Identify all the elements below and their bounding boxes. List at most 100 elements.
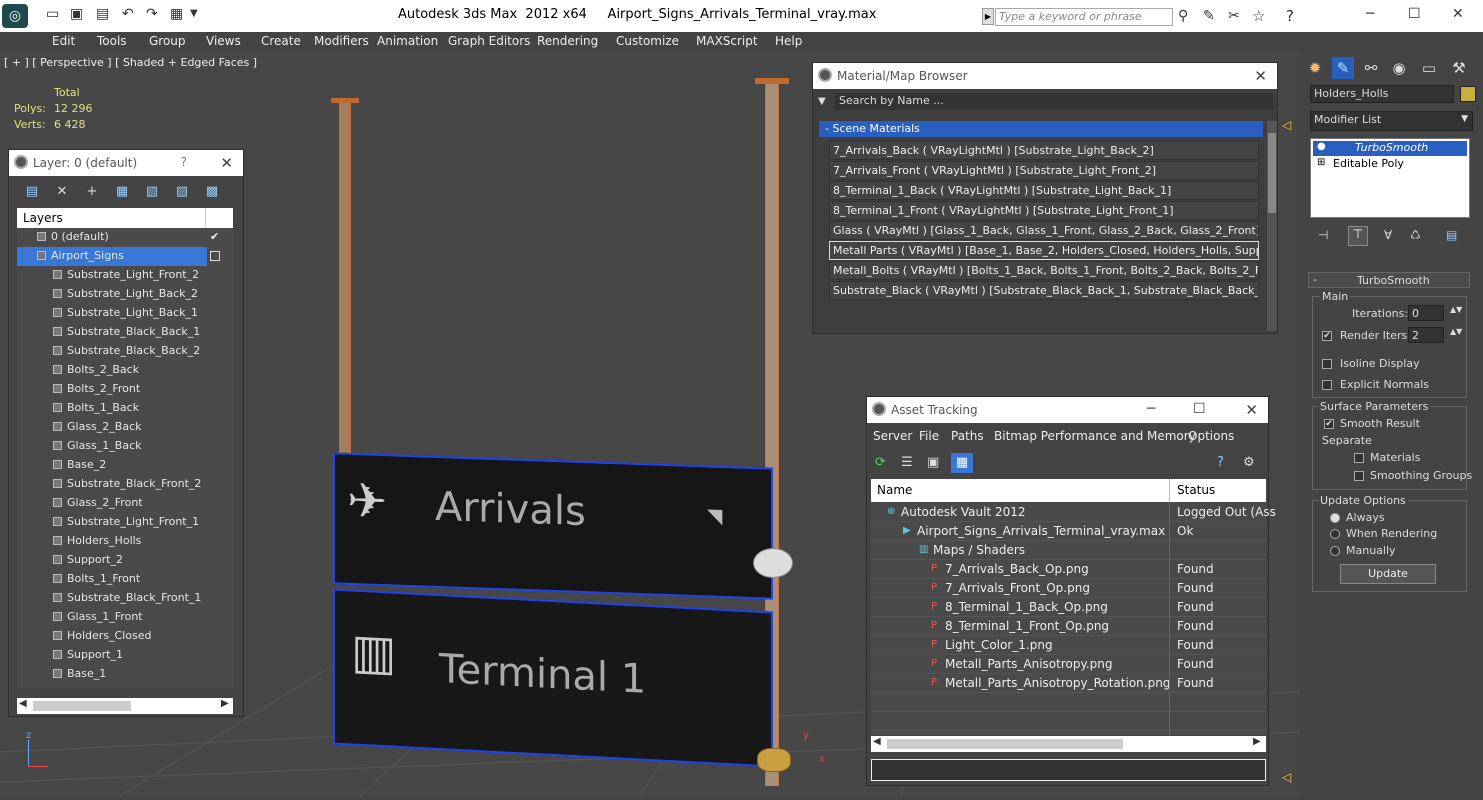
material-row[interactable]: 8_Terminal_1_Front ( VRayLightMtl ) [Sub…	[829, 201, 1259, 220]
panel-expand-arrow-icon[interactable]: ◁	[1282, 118, 1291, 132]
keyword-search-input[interactable]: Type a keyword or phrase	[995, 8, 1173, 26]
scroll-thumb[interactable]	[887, 739, 1123, 749]
undo-icon[interactable]: ↶	[122, 6, 134, 22]
menu-group[interactable]: Group	[149, 34, 186, 48]
explicit-normals-checkbox[interactable]	[1322, 380, 1332, 390]
configure-sets-icon[interactable]: ▤	[1446, 228, 1457, 242]
display-tab-icon[interactable]: ▭	[1418, 57, 1440, 79]
select-objects-icon[interactable]: ▦	[113, 184, 131, 200]
hierarchy-tab-icon[interactable]: ⚯	[1360, 57, 1382, 79]
asset-menu-server[interactable]: Server	[873, 429, 912, 443]
asset-table[interactable]: Name Status ⊕ Autodesk Vault 2012 Logged O…	[871, 479, 1276, 735]
scroll-right-icon[interactable]: ▶	[221, 698, 229, 709]
layer-row-default[interactable]: 0 (default) ✔	[17, 228, 233, 247]
current-layer-check-icon[interactable]: ✔	[210, 228, 219, 246]
material-browser-titlebar[interactable]: Material/Map Browser ✕	[813, 63, 1277, 89]
object-row[interactable]: Substrate_Light_Front_1	[17, 513, 233, 532]
app-logo-icon[interactable]: ◎	[2, 4, 28, 28]
when-rendering-radio[interactable]	[1330, 529, 1340, 539]
object-name-field[interactable]: Holders_Holls	[1310, 85, 1454, 103]
asset-row[interactable]: P Metall_Parts_Anisotropy_Rotation.png Fou…	[871, 674, 1266, 693]
lightbulb-icon[interactable]: ●	[1317, 141, 1326, 152]
layer-hscroll[interactable]: ◀ ▶	[17, 698, 233, 714]
panel-expand-arrow-icon[interactable]: ◁	[1282, 770, 1291, 784]
close-window-button[interactable]: ✕	[1452, 6, 1464, 22]
make-unique-icon[interactable]: ∀	[1384, 228, 1392, 242]
table-view-icon[interactable]: ▦	[951, 453, 973, 473]
redo-icon[interactable]: ↷	[146, 6, 158, 22]
asset-hscroll[interactable]: ◀ ▶	[871, 736, 1266, 752]
scene-materials-rollout[interactable]: - Scene Materials	[819, 121, 1263, 137]
object-row[interactable]: Holders_Closed	[17, 627, 233, 646]
render-iters-spinner[interactable]: 2	[1408, 327, 1444, 343]
layers-column-header[interactable]: Layers	[17, 208, 233, 228]
object-row[interactable]: Holders_Holls	[17, 532, 233, 551]
save-file-icon[interactable]: ▤	[96, 6, 109, 22]
asset-menu-bitmap[interactable]: Bitmap Performance and Memory	[994, 429, 1196, 443]
object-row[interactable]: Substrate_Light_Back_2	[17, 285, 233, 304]
asset-row[interactable]: ▶ Airport_Signs_Arrivals_Terminal_vray.ma…	[871, 522, 1266, 541]
subscription-icon[interactable]: ✂	[1228, 8, 1240, 24]
menu-help[interactable]: Help	[775, 34, 802, 48]
column-name-header[interactable]: Name	[877, 483, 912, 497]
material-row[interactable]: 8_Terminal_1_Back ( VRayLightMtl ) [Subs…	[829, 181, 1259, 200]
render-iters-spin-arrows-icon[interactable]: ▲▼	[1450, 327, 1462, 336]
object-row[interactable]: Glass_2_Back	[17, 418, 233, 437]
turbosmooth-rollout-header[interactable]: - TurboSmooth	[1308, 272, 1470, 288]
column-status-header[interactable]: Status	[1177, 483, 1215, 497]
asset-row[interactable]: P Light_Color_1.png Found	[871, 636, 1266, 655]
menu-customize[interactable]: Customize	[616, 34, 679, 48]
material-row[interactable]: Substrate_Black ( VRayMtl ) [Substrate_B…	[829, 281, 1259, 300]
object-row[interactable]: Substrate_Light_Back_1	[17, 304, 233, 323]
pin-stack-icon[interactable]: ⊣	[1318, 228, 1328, 242]
asset-settings-icon[interactable]: ⚙	[1243, 455, 1255, 470]
browser-options-icon[interactable]: ▼	[818, 96, 826, 107]
object-row[interactable]: Substrate_Black_Back_2	[17, 342, 233, 361]
maximize-button[interactable]: ☐	[1408, 6, 1421, 22]
create-tab-icon[interactable]: ✹	[1304, 57, 1326, 79]
layer-panel-close-button[interactable]: ✕	[220, 154, 233, 172]
menu-create[interactable]: Create	[261, 34, 301, 48]
object-row[interactable]: Bolts_2_Back	[17, 361, 233, 380]
scroll-right-icon[interactable]: ▶	[1253, 736, 1261, 747]
scroll-thumb[interactable]	[1268, 133, 1276, 213]
highlight-layer-icon[interactable]: ▧	[143, 184, 161, 200]
object-row[interactable]: Base_1	[17, 665, 233, 684]
asset-menu-paths[interactable]: Paths	[951, 429, 984, 443]
scroll-left-icon[interactable]: ◀	[19, 698, 27, 709]
object-row[interactable]: Glass_1_Front	[17, 608, 233, 627]
object-row[interactable]: Bolts_2_Front	[17, 380, 233, 399]
layer-help-button[interactable]: ?	[181, 155, 187, 169]
object-row[interactable]: Substrate_Black_Front_1	[17, 589, 233, 608]
asset-row[interactable]: ▥ Maps / Shaders	[871, 541, 1266, 560]
material-row[interactable]: Metall Parts ( VRayMtl ) [Base_1, Base_2…	[829, 241, 1259, 260]
menu-modifiers[interactable]: Modifiers	[314, 34, 369, 48]
stack-item-editable-poly[interactable]: ⊞ Editable Poly	[1313, 157, 1467, 172]
modifier-list-dropdown[interactable]: Modifier List ▼	[1310, 111, 1473, 131]
layer-row-airport-signs[interactable]: Airport_Signs	[17, 247, 207, 266]
remove-modifier-icon[interactable]: ♺	[1410, 228, 1421, 242]
refresh-icon[interactable]: ⟳	[875, 455, 886, 470]
delete-layer-icon[interactable]: ✕	[53, 184, 71, 200]
layer-list[interactable]: 0 (default) ✔ Airport_Signs Substrate_Li…	[17, 228, 233, 688]
asset-minimize-button[interactable]: ─	[1147, 401, 1155, 417]
asset-row[interactable]: P 8_Terminal_1_Front_Op.png Found	[871, 617, 1266, 636]
create-layer-icon[interactable]: ▤	[23, 184, 41, 200]
iterations-spin-arrows-icon[interactable]: ▲▼	[1450, 305, 1462, 314]
menu-graph-editors[interactable]: Graph Editors	[448, 34, 530, 48]
menu-rendering[interactable]: Rendering	[537, 34, 598, 48]
object-row[interactable]: Base_2	[17, 456, 233, 475]
asset-row[interactable]: P 7_Arrivals_Back_Op.png Found	[871, 560, 1266, 579]
material-row[interactable]: Metall_Bolts ( VRayMtl ) [Bolts_1_Back, …	[829, 261, 1259, 280]
project-folder-icon[interactable]: ▦	[170, 6, 183, 22]
layer-panel-titlebar[interactable]: Layer: 0 (default) ? ✕	[9, 150, 243, 176]
utilities-tab-icon[interactable]: ⚒	[1448, 57, 1470, 79]
open-file-icon[interactable]: ▣	[70, 6, 83, 22]
show-end-result-icon[interactable]: ⊤	[1348, 226, 1368, 246]
asset-row[interactable]: P Metall_Parts_Anisotropy.png Found	[871, 655, 1266, 674]
object-row[interactable]: Substrate_Black_Front_2	[17, 475, 233, 494]
asset-menu-options[interactable]: Options	[1188, 429, 1234, 443]
material-row[interactable]: 7_Arrivals_Front ( VRayLightMtl ) [Subst…	[829, 161, 1259, 180]
freeze-all-icon[interactable]: ▩	[203, 184, 221, 200]
sign-3d-object[interactable]: ✈ Arrivals ◥ ▥ Terminal 1 x y	[325, 74, 825, 794]
